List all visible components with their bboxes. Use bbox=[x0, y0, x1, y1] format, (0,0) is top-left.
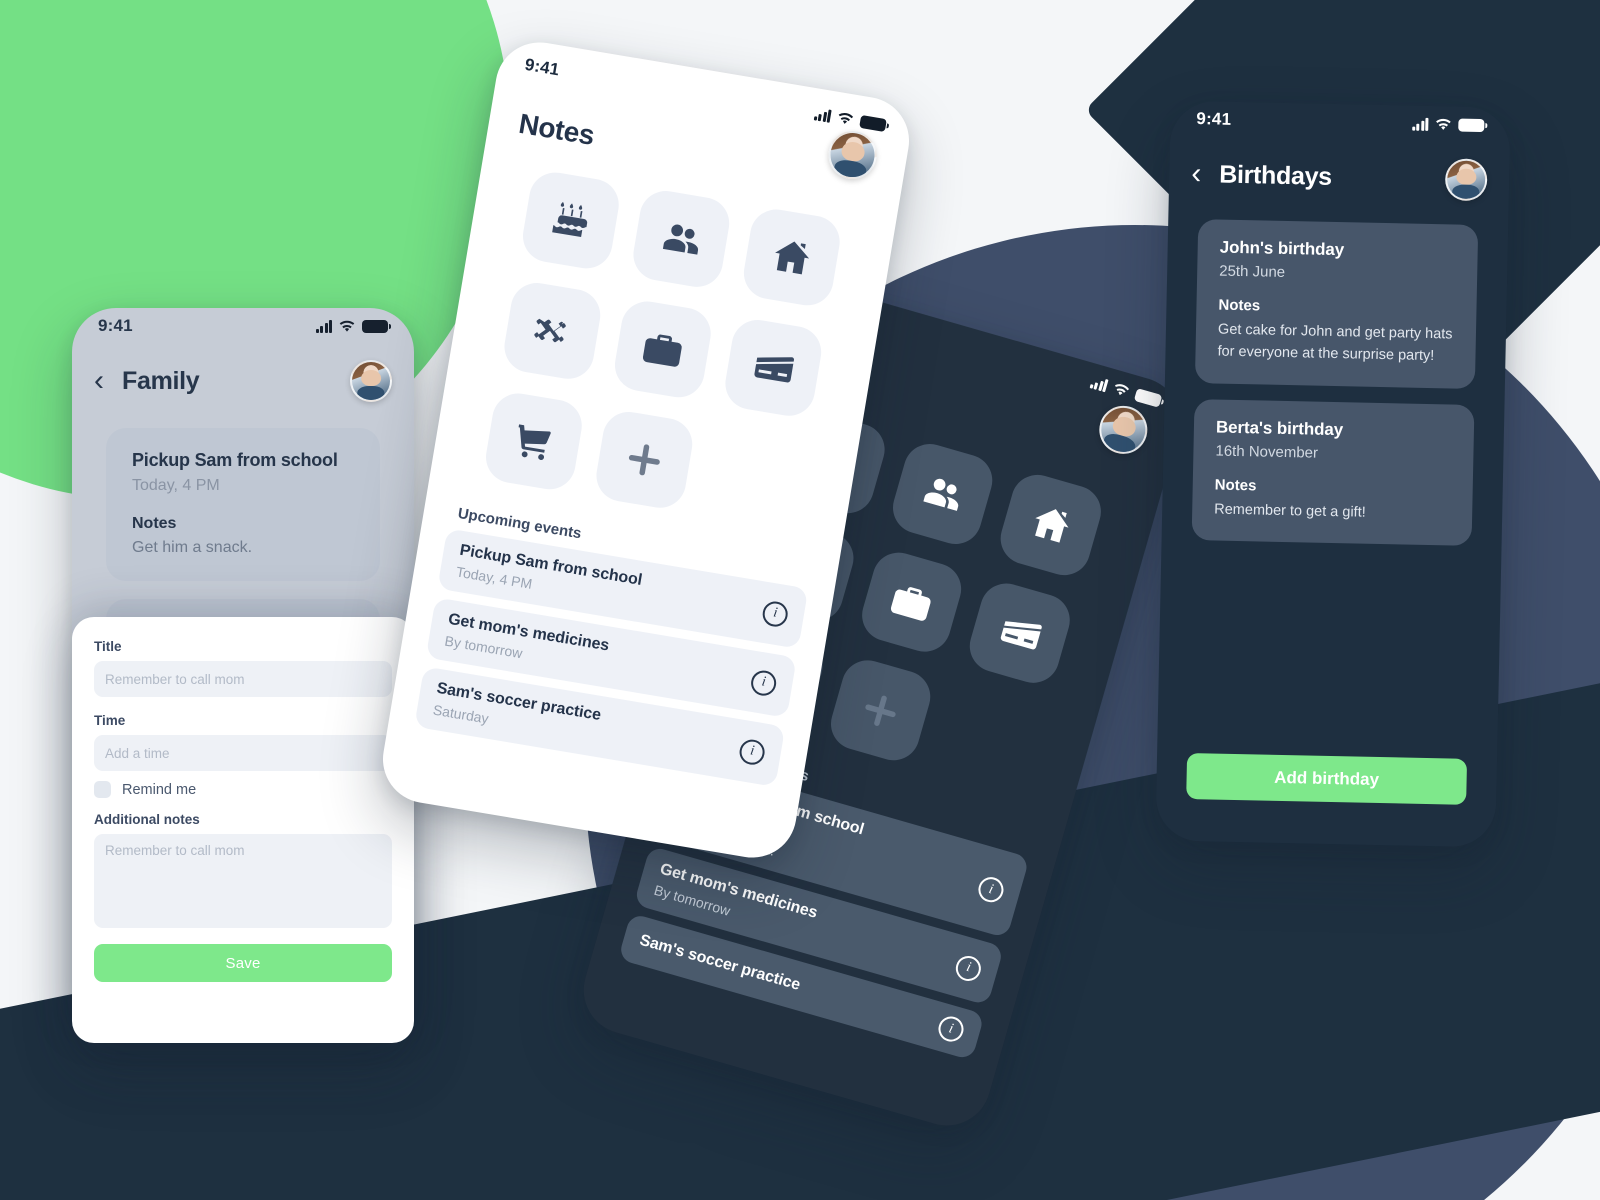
card-subtitle: Today, 4 PM bbox=[132, 477, 220, 494]
notes-field-label: Additional notes bbox=[94, 812, 200, 827]
birthday-cake-icon bbox=[546, 195, 597, 246]
remind-me-checkbox[interactable] bbox=[94, 781, 111, 798]
remind-me-label: Remind me bbox=[122, 781, 197, 798]
birthday-date: 25th June bbox=[1219, 262, 1286, 281]
nav-bar: ‹ Family bbox=[72, 344, 414, 410]
birthday-name: John's birthday bbox=[1219, 237, 1345, 260]
birthday-date: 16th November bbox=[1215, 442, 1319, 462]
nav-bar: ‹ Birthdays bbox=[1169, 137, 1510, 210]
status-bar: 9:41 bbox=[72, 308, 414, 344]
avatar[interactable] bbox=[1444, 158, 1488, 202]
tile-birthdays[interactable] bbox=[519, 168, 623, 273]
plus-icon bbox=[853, 683, 907, 737]
credit-card-icon bbox=[748, 343, 799, 394]
status-time: 9:41 bbox=[98, 316, 133, 335]
birthday-notes-label: Notes bbox=[1218, 296, 1261, 315]
battery-icon bbox=[1133, 387, 1163, 408]
time-field-label: Time bbox=[94, 713, 126, 728]
status-time: 9:41 bbox=[1196, 109, 1232, 129]
page-title: Birthdays bbox=[1218, 160, 1333, 191]
phone-birthdays: 9:41 ‹ Birthdays John's birthday 25th Ju… bbox=[1155, 100, 1511, 848]
tile-family[interactable] bbox=[886, 437, 999, 550]
briefcase-icon bbox=[884, 575, 938, 629]
birthday-name: Berta's birthday bbox=[1215, 417, 1344, 440]
info-icon[interactable]: i bbox=[760, 599, 790, 628]
house-icon bbox=[1024, 498, 1078, 552]
briefcase-icon bbox=[638, 324, 689, 375]
birthday-card[interactable]: Berta's birthday 16th November Notes Rem… bbox=[1191, 399, 1475, 547]
wifi-icon bbox=[1115, 383, 1130, 395]
time-input[interactable]: Add a time bbox=[94, 735, 392, 771]
notes-category-grid bbox=[431, 134, 899, 538]
family-card[interactable]: Pickup Sam from school Today, 4 PM Notes… bbox=[106, 428, 380, 581]
birthday-card[interactable]: John's birthday 25th June Notes Get cake… bbox=[1194, 219, 1479, 389]
tile-shopping[interactable] bbox=[482, 389, 586, 494]
shopping-cart-icon bbox=[509, 416, 560, 467]
cellular-signal-icon bbox=[315, 319, 332, 333]
wifi-icon bbox=[1436, 118, 1451, 130]
cellular-signal-icon bbox=[1411, 117, 1429, 131]
tile-add-new[interactable] bbox=[592, 408, 697, 512]
back-icon[interactable]: ‹ bbox=[94, 366, 104, 396]
add-note-form-sheet: Title Remember to call mom Time Add a ti… bbox=[72, 617, 414, 1043]
additional-notes-input[interactable]: Remember to call mom bbox=[94, 834, 392, 928]
birthday-notes: Get cake for John and get party hats for… bbox=[1217, 321, 1453, 365]
credit-card-icon bbox=[993, 606, 1047, 660]
wifi-icon bbox=[339, 320, 355, 332]
tile-home[interactable] bbox=[994, 468, 1108, 581]
title-input[interactable]: Remember to call mom bbox=[94, 661, 392, 697]
card-notes: Get him a snack. bbox=[132, 539, 253, 556]
info-icon[interactable]: i bbox=[737, 737, 767, 767]
status-time: 9:41 bbox=[523, 54, 561, 80]
battery-icon bbox=[1458, 118, 1485, 132]
card-notes-label: Notes bbox=[132, 515, 177, 532]
info-icon[interactable]: i bbox=[749, 668, 779, 698]
avatar[interactable] bbox=[350, 360, 392, 402]
status-icons bbox=[1411, 117, 1485, 132]
tile-fitness[interactable] bbox=[500, 279, 605, 383]
people-icon bbox=[656, 214, 707, 265]
tile-finance[interactable] bbox=[721, 316, 826, 420]
canvas: 9:41 Notes Upcoming events Pickup Sam fr… bbox=[0, 0, 1600, 1200]
tile-finance[interactable] bbox=[963, 577, 1077, 690]
tile-family[interactable] bbox=[629, 187, 734, 291]
tile-home[interactable] bbox=[739, 205, 844, 310]
tile-work[interactable] bbox=[855, 546, 968, 659]
house-icon bbox=[766, 232, 817, 283]
remind-me-row[interactable]: Remind me bbox=[94, 781, 392, 798]
back-icon[interactable]: ‹ bbox=[1191, 157, 1202, 190]
battery-icon bbox=[362, 319, 391, 333]
people-icon bbox=[915, 467, 969, 521]
card-title: Pickup Sam from school bbox=[132, 450, 338, 470]
save-button[interactable]: Save bbox=[94, 944, 392, 982]
birthday-notes-label: Notes bbox=[1214, 476, 1257, 495]
cellular-signal-icon bbox=[1089, 375, 1109, 392]
battery-icon bbox=[859, 114, 887, 132]
page-title: Family bbox=[122, 366, 200, 395]
dumbbell-icon bbox=[527, 306, 578, 357]
tile-work[interactable] bbox=[611, 297, 715, 402]
cellular-signal-icon bbox=[813, 107, 832, 123]
plus-icon bbox=[619, 435, 670, 486]
wifi-icon bbox=[838, 112, 854, 124]
status-icons bbox=[315, 319, 391, 333]
add-birthday-button[interactable]: Add birthday bbox=[1186, 753, 1468, 805]
birthday-notes: Remember to get a gift! bbox=[1214, 501, 1366, 521]
status-icons bbox=[813, 107, 887, 132]
title-field-label: Title bbox=[94, 639, 122, 654]
